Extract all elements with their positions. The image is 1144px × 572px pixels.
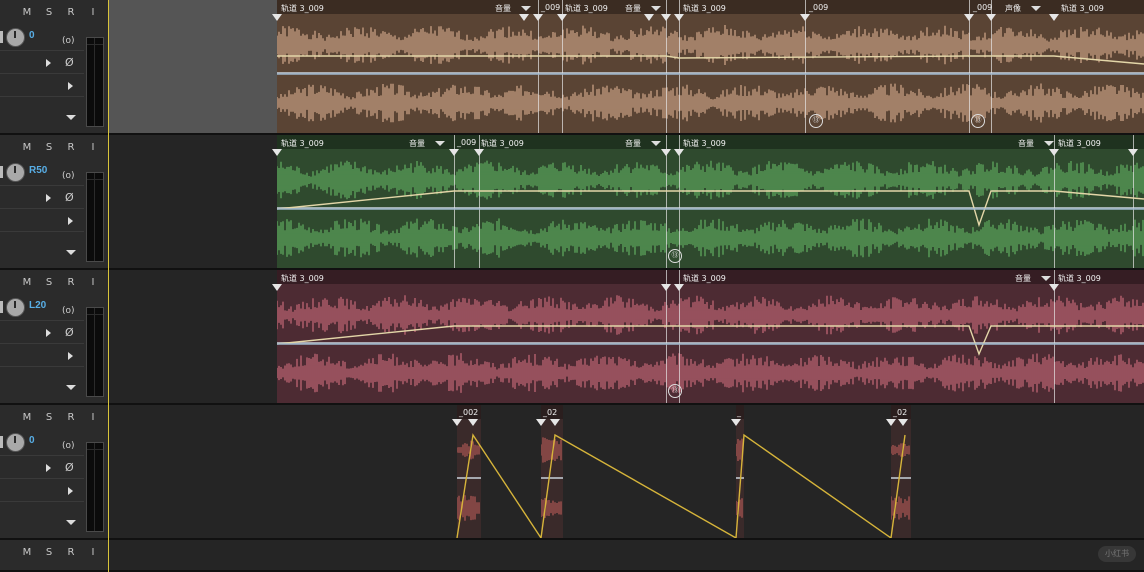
track-header: M S R I 0 (o) Ø [0, 405, 108, 540]
track-header: M S R I 0 (o) Ø [0, 0, 108, 135]
solo-button[interactable]: S [42, 411, 56, 425]
level-meter [86, 442, 104, 532]
volume-slider-edge[interactable] [0, 301, 3, 313]
output-expand-icon[interactable] [68, 217, 73, 225]
track-buttons: MSRI [0, 411, 108, 427]
daw-multitrack-view: M S R I 0 (o) Ø M S R I R50 (o) Ø M S R I L20 (o) Ø M S R I 0 (o) Ø… [0, 0, 1144, 572]
record-arm-button[interactable]: R [64, 546, 78, 560]
phase-invert-icon[interactable]: Ø [65, 327, 74, 339]
header-divider [0, 50, 84, 51]
level-meter [86, 307, 104, 397]
phase-invert-icon[interactable]: Ø [65, 192, 74, 204]
record-arm-button[interactable]: R [64, 141, 78, 155]
input-monitor-button[interactable]: I [86, 276, 100, 290]
input-expand-icon[interactable] [46, 329, 51, 337]
header-divider [0, 208, 84, 209]
header-divider [0, 320, 84, 321]
input-expand-icon[interactable] [46, 59, 51, 67]
track-menu-dropdown-icon[interactable] [66, 520, 76, 525]
header-divider [0, 455, 84, 456]
record-arm-button[interactable]: R [64, 411, 78, 425]
automation-icon[interactable]: (o) [62, 305, 75, 317]
track-lane[interactable]: 轨道 3_009 轨道 3_009 音量 轨道 3_009 ⑬ [109, 270, 1144, 405]
automation-envelope[interactable] [109, 405, 1144, 538]
pan-knob[interactable] [6, 298, 25, 317]
volume-slider-edge[interactable] [0, 436, 3, 448]
record-arm-button[interactable]: R [64, 6, 78, 20]
volume-slider-edge[interactable] [0, 166, 3, 178]
level-meter [86, 37, 104, 127]
track-lane[interactable]: _002 _02 _ _02 [109, 405, 1144, 540]
header-divider [0, 343, 84, 344]
automation-envelope[interactable] [109, 270, 1144, 403]
track-menu-dropdown-icon[interactable] [66, 385, 76, 390]
record-arm-button[interactable]: R [64, 276, 78, 290]
level-meter [86, 172, 104, 262]
mute-button[interactable]: M [20, 546, 34, 560]
track-buttons: MSRI [0, 141, 108, 157]
track-lane[interactable]: 轨道 3_009 音量 _009 轨道 3_009 音量 轨道 3_009 音量 轨道 3_0… [109, 135, 1144, 270]
automation-icon[interactable]: (o) [62, 440, 75, 452]
solo-button[interactable]: S [42, 276, 56, 290]
track-buttons: MSRI [0, 546, 108, 562]
header-divider [0, 478, 84, 479]
automation-envelope[interactable] [109, 135, 1144, 268]
header-divider [0, 73, 84, 74]
header-divider [0, 501, 84, 502]
header-divider [0, 185, 84, 186]
mute-button[interactable]: M [20, 411, 34, 425]
input-monitor-button[interactable]: I [86, 546, 100, 560]
track-header: M S R I L20 (o) Ø [0, 270, 108, 405]
input-monitor-button[interactable]: I [86, 6, 100, 20]
solo-button[interactable]: S [42, 546, 56, 560]
mute-button[interactable]: M [20, 141, 34, 155]
header-divider [0, 366, 84, 367]
output-expand-icon[interactable] [68, 82, 73, 90]
mute-button[interactable]: M [20, 276, 34, 290]
phase-invert-icon[interactable]: Ø [65, 57, 74, 69]
envelope-line[interactable] [277, 55, 1144, 65]
volume-slider-edge[interactable] [0, 31, 3, 43]
solo-button[interactable]: S [42, 6, 56, 20]
envelope-line[interactable] [456, 433, 906, 538]
mute-button[interactable]: M [20, 6, 34, 20]
track-menu-dropdown-icon[interactable] [66, 115, 76, 120]
output-expand-icon[interactable] [68, 352, 73, 360]
automation-icon[interactable]: (o) [62, 35, 75, 47]
solo-button[interactable]: S [42, 141, 56, 155]
header-divider [0, 96, 84, 97]
pan-knob[interactable] [6, 28, 25, 47]
pan-knob[interactable] [6, 163, 25, 182]
track-header: MSRI [0, 540, 108, 572]
pan-value[interactable]: R50 [29, 165, 47, 176]
envelope-line[interactable] [276, 325, 1144, 356]
header-divider [0, 231, 84, 232]
input-monitor-button[interactable]: I [86, 141, 100, 155]
input-monitor-button[interactable]: I [86, 411, 100, 425]
input-expand-icon[interactable] [46, 194, 51, 202]
automation-envelope[interactable] [109, 0, 1144, 133]
track-buttons: MSRI [0, 6, 108, 22]
pan-value[interactable]: 0 [29, 30, 35, 41]
pan-knob[interactable] [6, 433, 25, 452]
envelope-line[interactable] [276, 190, 1144, 228]
track-lane[interactable]: 轨道 3_009 音量 _009 轨道 3_009 音量 轨道 3_009 _009 _009… [109, 0, 1144, 135]
track-lane[interactable] [109, 540, 1144, 572]
pan-value[interactable]: 0 [29, 435, 35, 446]
track-buttons: MSRI [0, 276, 108, 292]
input-expand-icon[interactable] [46, 464, 51, 472]
watermark-logo: 小红书 [1098, 546, 1136, 562]
track-menu-dropdown-icon[interactable] [66, 250, 76, 255]
playhead-line[interactable] [108, 0, 109, 572]
phase-invert-icon[interactable]: Ø [65, 462, 74, 474]
output-expand-icon[interactable] [68, 487, 73, 495]
pan-value[interactable]: L20 [29, 300, 46, 311]
automation-icon[interactable]: (o) [62, 170, 75, 182]
track-header: M S R I R50 (o) Ø [0, 135, 108, 270]
